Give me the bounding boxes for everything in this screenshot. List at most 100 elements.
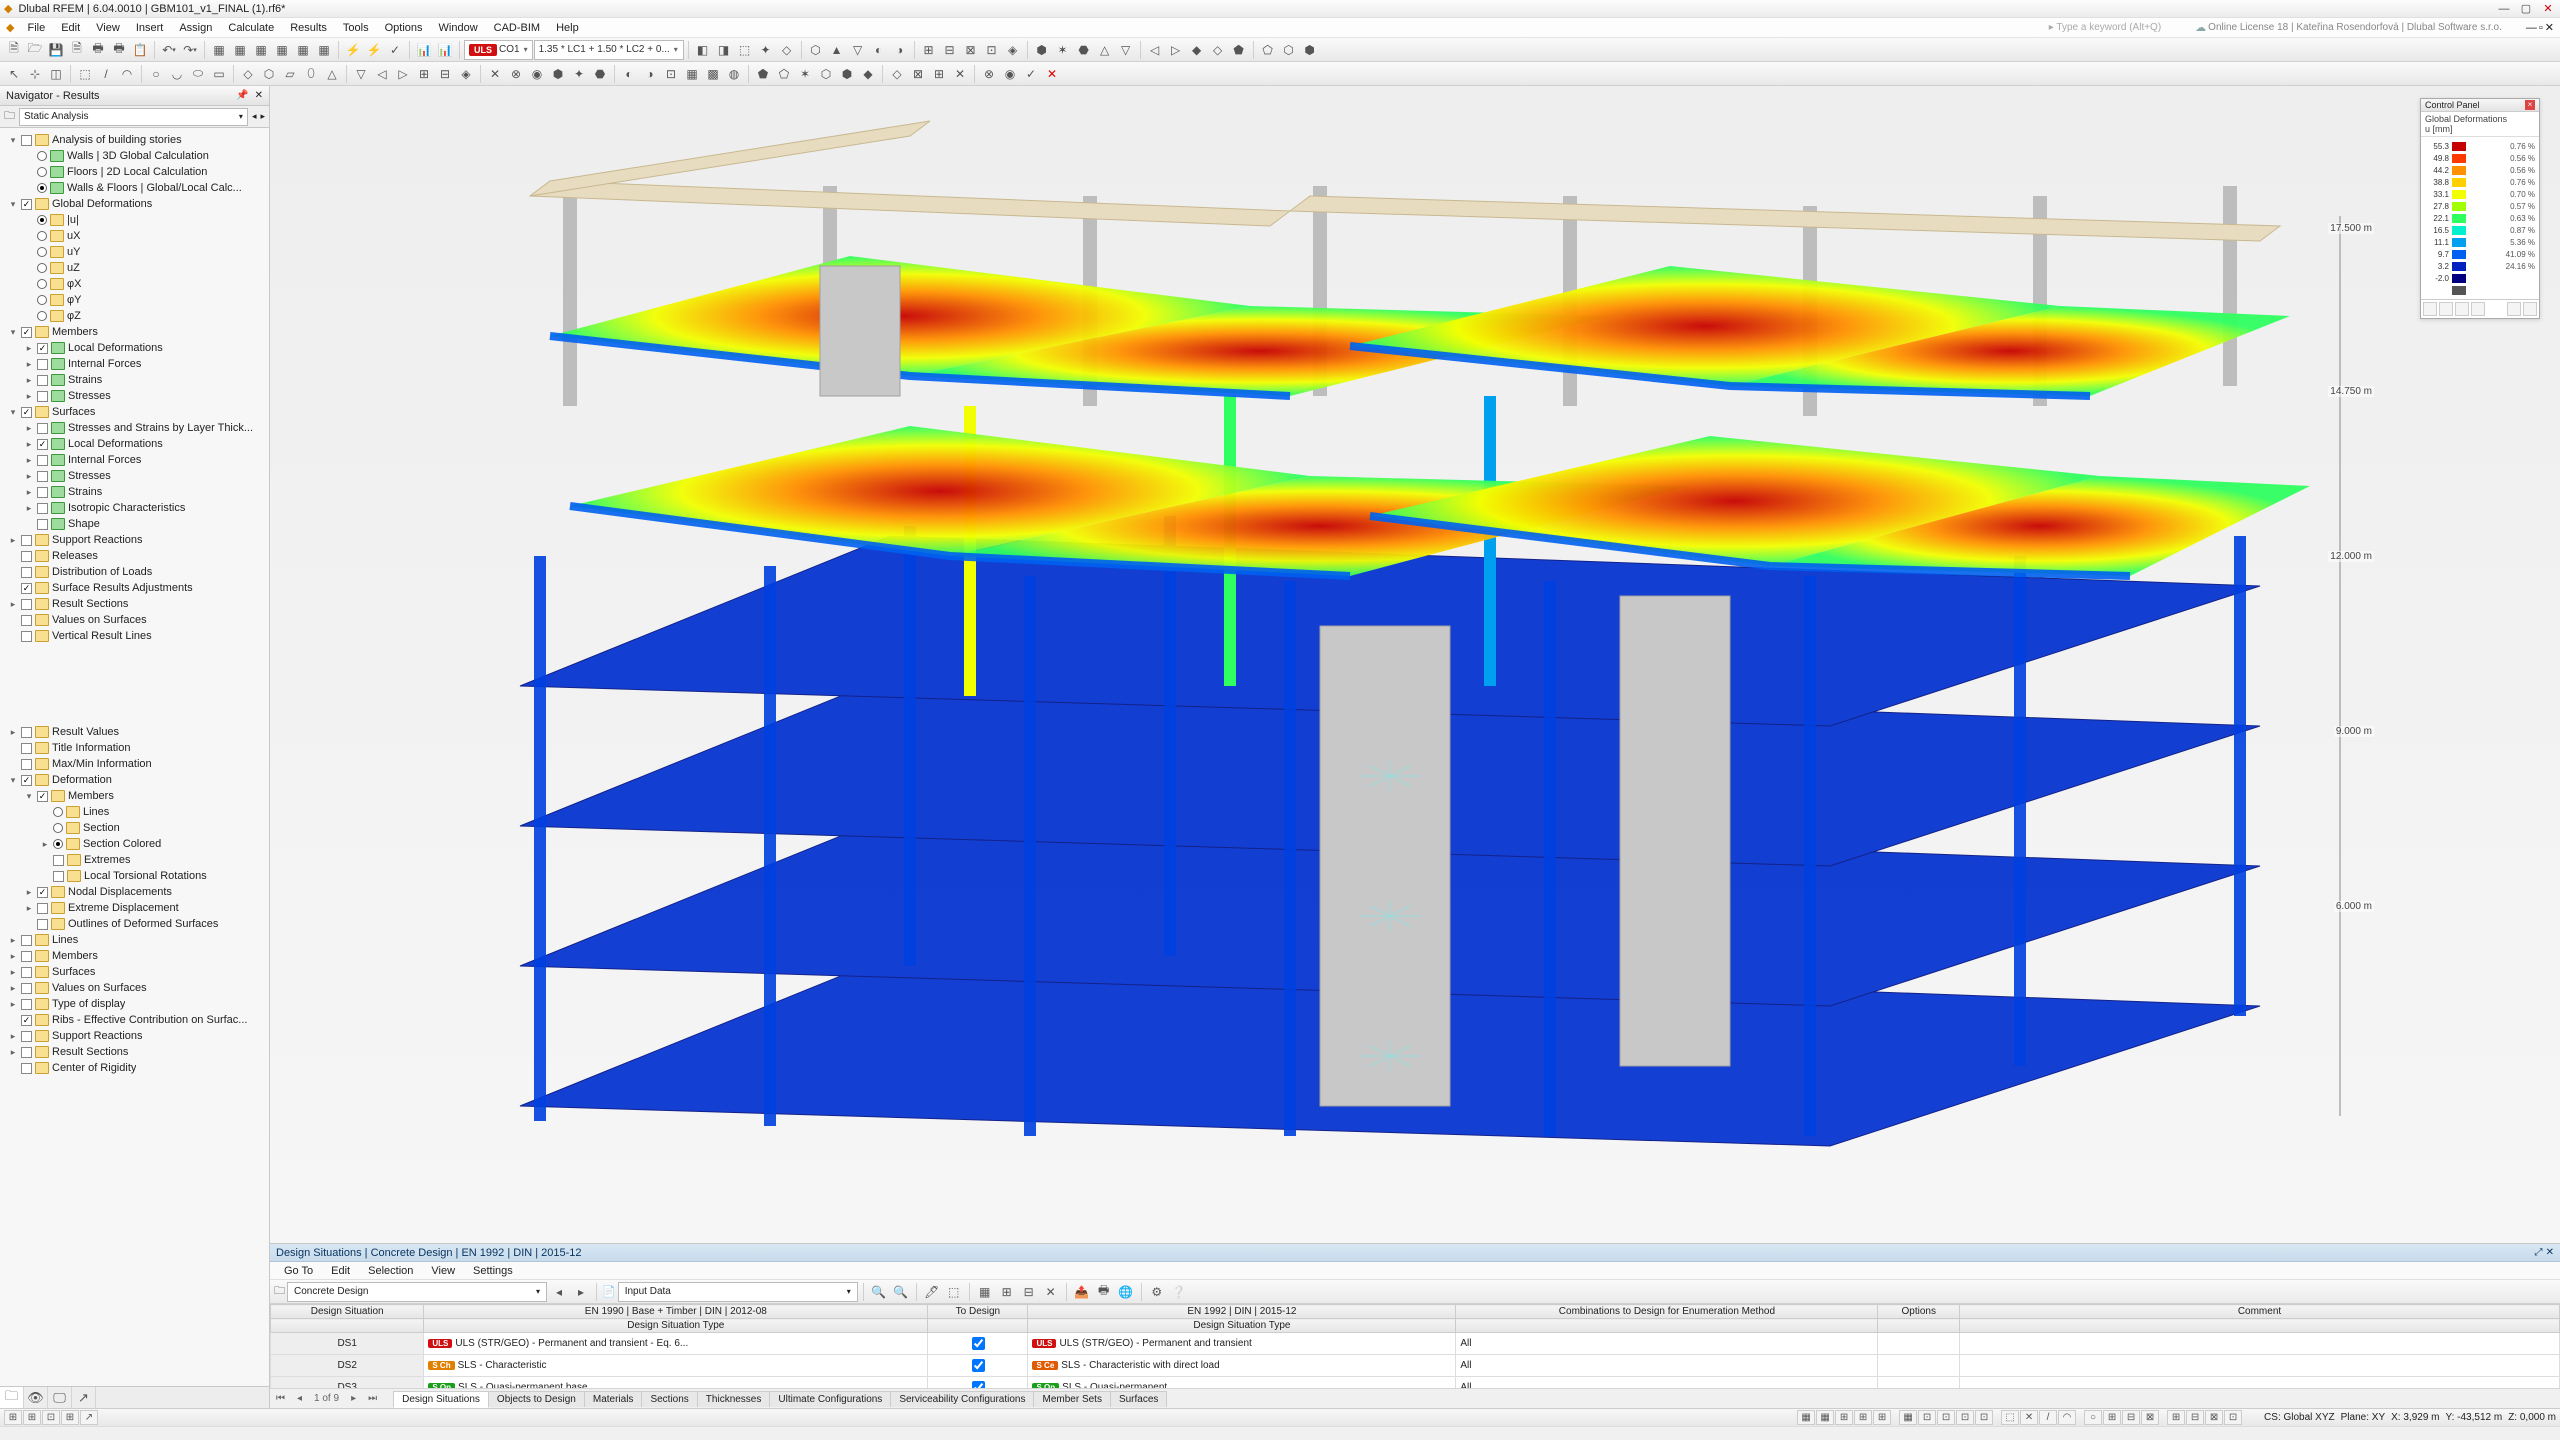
tree-node[interactable]: ▸ Nodal Displacements: [2, 884, 267, 900]
tb1-view-2[interactable]: ▦: [251, 40, 271, 60]
tb1-btn-3[interactable]: 🗎: [67, 40, 87, 60]
maximize-button[interactable]: ▢: [2518, 2, 2534, 15]
nav-pin-icon[interactable]: 📌: [236, 90, 248, 101]
tb2-tool-21[interactable]: ✕: [485, 64, 505, 84]
tree-radio[interactable]: [37, 279, 47, 289]
sb-tool-13[interactable]: ◠: [2058, 1410, 2076, 1425]
tb1-view-1[interactable]: ▦: [230, 40, 250, 60]
tb1-tool-15[interactable]: ⬢: [1032, 40, 1052, 60]
tree-expand-icon[interactable]: ▾: [8, 135, 18, 146]
tree-checkbox[interactable]: [21, 615, 32, 626]
tree-checkbox[interactable]: [37, 359, 48, 370]
tree-node[interactable]: ▾ Analysis of building stories: [2, 132, 267, 148]
tree-radio[interactable]: [53, 823, 63, 833]
menu-file[interactable]: File: [20, 18, 52, 38]
tb1-tool-22[interactable]: ◆: [1187, 40, 1207, 60]
tree-checkbox[interactable]: [37, 487, 48, 498]
tbl-tool-8[interactable]: 📤: [1072, 1282, 1092, 1302]
tb1-view-0[interactable]: ▦: [209, 40, 229, 60]
tree-node[interactable]: uY: [2, 244, 267, 260]
tb2-tool-26[interactable]: ⬣: [590, 64, 610, 84]
tb1-tool-7[interactable]: ▽: [848, 40, 868, 60]
tb1-tool-19[interactable]: ▽: [1116, 40, 1136, 60]
tree-node[interactable]: Surface Results Adjustments: [2, 580, 267, 596]
tb2-tool-17[interactable]: ▷: [393, 64, 413, 84]
control-panel[interactable]: Control Panel× Global Deformations u [mm…: [2420, 98, 2540, 319]
menu-tools[interactable]: Tools: [336, 18, 376, 38]
tree-expand-icon[interactable]: ▸: [8, 967, 18, 978]
sb-tool-1[interactable]: ▦: [1816, 1410, 1834, 1425]
nav-close-icon[interactable]: ✕: [255, 90, 263, 101]
tbl-tool-11[interactable]: ⚙: [1147, 1282, 1167, 1302]
to-design-checkbox[interactable]: [972, 1381, 985, 1388]
tree-expand-icon[interactable]: ▸: [8, 1031, 18, 1042]
sb-tool-19[interactable]: ⊟: [2186, 1410, 2204, 1425]
tree-node[interactable]: φZ: [2, 308, 267, 324]
tree-radio[interactable]: [37, 167, 47, 177]
tree-node[interactable]: Walls | 3D Global Calculation: [2, 148, 267, 164]
tree-node[interactable]: ▸ Extreme Displacement: [2, 900, 267, 916]
tree-checkbox[interactable]: [21, 1031, 32, 1042]
tree-checkbox[interactable]: [21, 583, 32, 594]
tb1-tool-11[interactable]: ⊟: [940, 40, 960, 60]
tb1-btn-4[interactable]: 🖶: [88, 40, 108, 60]
tree-node[interactable]: Vertical Result Lines: [2, 628, 267, 644]
tree-node[interactable]: ▸ Members: [2, 948, 267, 964]
tree-checkbox[interactable]: [21, 983, 32, 994]
tree-expand-icon[interactable]: ▸: [8, 951, 18, 962]
tbl-menu-go-to[interactable]: Go To: [276, 1265, 321, 1277]
tree-checkbox[interactable]: [37, 391, 48, 402]
tbl-tab-member-sets[interactable]: Member Sets: [1033, 1391, 1110, 1407]
tb2-tool-3[interactable]: ⬚: [75, 64, 95, 84]
table-grid[interactable]: Design SituationEN 1990 | Base + Timber …: [270, 1304, 2560, 1388]
tree-expand-icon[interactable]: ▸: [24, 391, 34, 402]
tbl-tool-3[interactable]: ⬚: [944, 1282, 964, 1302]
menu-help[interactable]: Help: [549, 18, 586, 38]
minimize-button[interactable]: —: [2496, 3, 2512, 15]
tree-expand-icon[interactable]: ▸: [24, 903, 34, 914]
tree-checkbox[interactable]: [53, 855, 64, 866]
tb2-tool-35[interactable]: ✶: [795, 64, 815, 84]
tb1-calc-1[interactable]: ⚡: [364, 40, 384, 60]
tree-checkbox[interactable]: [21, 599, 32, 610]
cp-icon-6[interactable]: [2523, 302, 2537, 316]
tb2-tool-9[interactable]: ▭: [209, 64, 229, 84]
tree-expand-icon[interactable]: ▸: [24, 359, 34, 370]
tree-node[interactable]: ▸ Type of display: [2, 996, 267, 1012]
col-header[interactable]: To Design: [928, 1305, 1028, 1319]
nav-next-icon[interactable]: ▸: [260, 111, 265, 122]
doc-minimize[interactable]: —: [2526, 22, 2537, 34]
tree-checkbox[interactable]: [21, 759, 32, 770]
tb2-delete[interactable]: ✕: [1042, 64, 1062, 84]
to-design-checkbox[interactable]: [972, 1359, 985, 1372]
doc-close[interactable]: ✕: [2545, 21, 2554, 34]
tbl-tool-2[interactable]: 🖊: [922, 1282, 942, 1302]
tbl-tab-serviceability-configurations[interactable]: Serviceability Configurations: [890, 1391, 1034, 1407]
tb1-undo-1[interactable]: ↷▾: [180, 40, 200, 60]
tb2-tool-39[interactable]: ◇: [887, 64, 907, 84]
tb1-calc-2[interactable]: ✓: [385, 40, 405, 60]
tree-radio[interactable]: [37, 215, 47, 225]
tb2-tool-32[interactable]: ◍: [724, 64, 744, 84]
nav-tab-views[interactable]: 🖵: [48, 1387, 72, 1408]
sb-tool-9[interactable]: ⊡: [1975, 1410, 1993, 1425]
sb-tool-2[interactable]: ⊞: [1835, 1410, 1853, 1425]
tree-expand-icon[interactable]: ▸: [8, 999, 18, 1010]
sb-tool-17[interactable]: ⊠: [2141, 1410, 2159, 1425]
table-row[interactable]: DS1 ULSULS (STR/GEO) - Permanent and tra…: [271, 1333, 2560, 1355]
tb1-tool-16[interactable]: ✶: [1053, 40, 1073, 60]
tree-node[interactable]: ▸ Support Reactions: [2, 532, 267, 548]
tb2-tool-24[interactable]: ⬢: [548, 64, 568, 84]
tree-checkbox[interactable]: [21, 551, 32, 562]
sb-tool-11[interactable]: ✕: [2020, 1410, 2038, 1425]
tb1-tool-9[interactable]: ◑: [890, 40, 910, 60]
tb1-view-4[interactable]: ▦: [293, 40, 313, 60]
tb2-tool-29[interactable]: ⊡: [661, 64, 681, 84]
menu-results[interactable]: Results: [283, 18, 334, 38]
cp-icon-3[interactable]: [2455, 302, 2469, 316]
tree-checkbox[interactable]: [37, 455, 48, 466]
tbl-tab-surfaces[interactable]: Surfaces: [1110, 1391, 1167, 1407]
tree-checkbox[interactable]: [21, 1047, 32, 1058]
sb-tool-21[interactable]: ⊡: [2224, 1410, 2242, 1425]
3d-viewport[interactable]: 17.500 m 14.750 m 12.000 m 9.000 m 6.000…: [270, 86, 2560, 1243]
